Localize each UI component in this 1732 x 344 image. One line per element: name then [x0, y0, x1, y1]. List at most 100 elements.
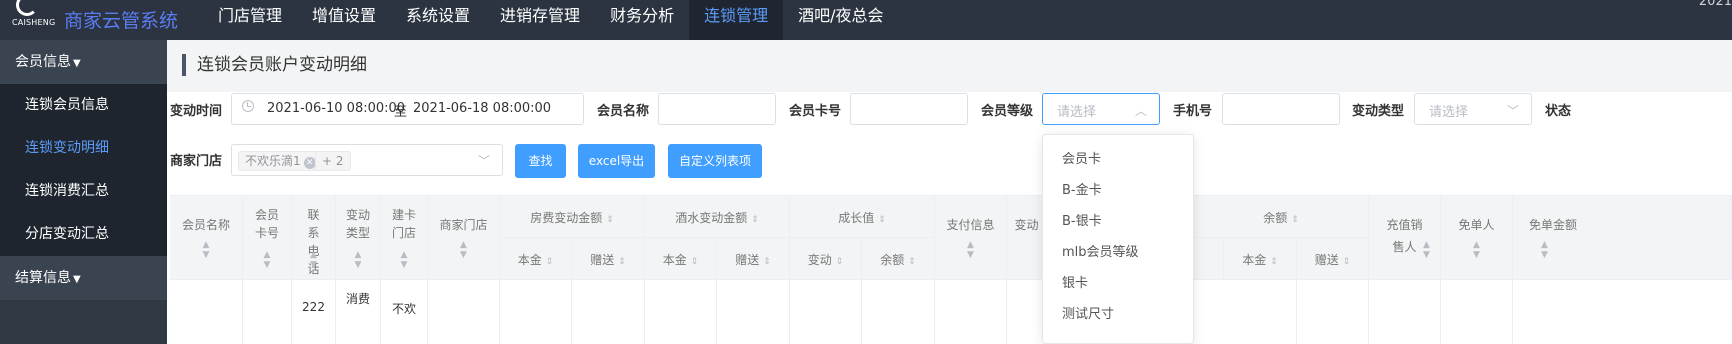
th-room-gift[interactable]: 赠送 ⇕ [572, 238, 645, 280]
th-label: 赠送 [590, 253, 615, 267]
change-type-select[interactable]: 请选择 ﹀ [1414, 93, 1532, 125]
th-growth[interactable]: 成长值 ⇕ [790, 196, 935, 238]
th-growth-change[interactable]: 变动 ⇕ [790, 238, 862, 280]
cell-phone-text: 222 [302, 300, 325, 314]
sort-icon[interactable]: ▲ ▼ [243, 250, 291, 270]
sort-icon[interactable]: ▲ ▼ [170, 240, 242, 260]
nav-inventory[interactable]: 进销存管理 [485, 0, 595, 40]
sort-icon[interactable]: ⇕ [546, 257, 554, 267]
th-room-base[interactable]: 本金 ⇕ [500, 238, 572, 280]
sort-icon[interactable]: ▲ ▼ [935, 240, 1006, 260]
nav-system-settings[interactable]: 系统设置 [391, 0, 485, 40]
th-label: 本金 [662, 253, 687, 267]
th-label: 变动类型 [346, 208, 371, 240]
member-level-dropdown: 会员卡 B-金卡 B-银卡 mlb会员等级 银卡 测试尺寸 [1042, 134, 1194, 344]
cell-change-type-text: 消费 [345, 292, 370, 306]
dropdown-option[interactable]: B-银卡 [1043, 206, 1193, 237]
th-drink-gift[interactable]: 赠送 ⇕ [717, 238, 790, 280]
sidebar-item-chain-member-info[interactable]: 连锁会员信息 [0, 84, 167, 127]
th-change-type[interactable]: 变动类型 ▲ ▼ [336, 196, 381, 280]
sort-icon[interactable]: ▲ ▼ [1441, 240, 1512, 260]
close-icon[interactable]: ✕ [303, 157, 316, 169]
phone-input[interactable] [1222, 93, 1340, 125]
th-label: 支付信息 [946, 218, 995, 232]
date-range-picker[interactable]: 2021-06-10 08:00:00 至 2021-06-18 08:00:0… [231, 93, 584, 125]
sort-icon[interactable]: ⇕ [618, 257, 626, 267]
sort-icon[interactable]: ⇕ [691, 257, 699, 267]
sort-icon[interactable]: ⇕ [1270, 257, 1278, 267]
sort-icon[interactable]: ⇕ [1343, 257, 1351, 267]
sort-icon[interactable]: ⇕ [763, 257, 771, 267]
sort-icon[interactable]: ⇕ [1291, 215, 1299, 225]
sort-icon[interactable]: ⇕ [836, 257, 844, 267]
search-button[interactable]: 查找 [515, 144, 566, 178]
sort-icon[interactable]: ▲ ▼ [381, 250, 427, 270]
sort-icon[interactable]: ▲ ▼ [336, 250, 380, 270]
th-room-amount[interactable]: 房费变动金额 ⇕ [500, 196, 645, 238]
sort-icon[interactable]: ▲ ▼ [292, 250, 335, 270]
cell-member-name [170, 280, 243, 344]
data-table: 会员名称 ▲ ▼ 会员卡号 ▲ ▼ 联系电话 ▲ ▼ 变动类型 ▲ ▼ 建卡门店 ▲ ▼ … [170, 195, 1732, 344]
nav-chain-management[interactable]: 连锁管理 [689, 0, 784, 40]
member-level-select[interactable]: 请选择 ︿ [1042, 93, 1160, 125]
th-card-no[interactable]: 会员卡号 ▲ ▼ [243, 196, 292, 280]
excel-export-button[interactable]: excel导出 [578, 144, 655, 178]
store-more-tag: + 2 [315, 151, 351, 171]
th-change[interactable]: 变动 [1007, 196, 1047, 280]
th-drink-amount[interactable]: 酒水变动金额 ⇕ [645, 196, 790, 238]
sort-icon[interactable]: ⇕ [908, 257, 916, 267]
th-recharge-sales[interactable]: 充值销售人 ▲ ▼ [1369, 196, 1441, 280]
sort-icon[interactable]: ⇕ [878, 215, 886, 225]
th-balance[interactable]: 余额 ⇕ [1194, 196, 1369, 238]
th-balance-pre [1194, 238, 1224, 280]
member-name-input[interactable] [658, 93, 776, 125]
sort-icon[interactable]: ⇕ [606, 215, 614, 225]
dropdown-option[interactable]: 测试尺寸 [1043, 299, 1193, 330]
th-pay-info[interactable]: 支付信息 ▲ ▼ [935, 196, 1007, 280]
th-free-person[interactable]: 免单人 ▲ ▼ [1441, 196, 1513, 280]
th-label: 余额 [1263, 211, 1288, 225]
cell-room-base [500, 280, 572, 344]
store-tag[interactable]: 不欢乐滴1 ✕ [238, 151, 323, 171]
th-growth-balance[interactable]: 余额 ⇕ [862, 238, 935, 280]
change-type-placeholder: 请选择 [1429, 105, 1469, 120]
dropdown-option[interactable]: 银卡 [1043, 268, 1193, 299]
card-no-input[interactable] [850, 93, 968, 125]
sidebar-group-settlement-info[interactable]: 结算信息 ▼ [0, 256, 167, 300]
th-member-name[interactable]: 会员名称 ▲ ▼ [170, 196, 243, 280]
custom-columns-button[interactable]: 自定义列表项 [668, 144, 762, 178]
sort-icon[interactable]: ▲ ▼ [1413, 240, 1440, 260]
nav-value-added[interactable]: 增值设置 [297, 0, 391, 40]
th-balance-base[interactable]: 本金 ⇕ [1224, 238, 1297, 280]
nav-bar-nightclub[interactable]: 酒吧/夜总会 [783, 0, 898, 40]
th-label: 赠送 [1314, 253, 1339, 267]
th-card-store[interactable]: 建卡门店 ▲ ▼ [381, 196, 428, 280]
dropdown-option[interactable]: 会员卡 [1043, 144, 1193, 175]
chevron-down-icon: ﹀ [477, 154, 490, 168]
sort-icon[interactable]: ▲ ▼ [1541, 240, 1731, 260]
nav-finance[interactable]: 财务分析 [595, 0, 689, 40]
nav-store-management[interactable]: 门店管理 [203, 0, 297, 40]
dropdown-option[interactable]: mlb会员等级 [1043, 237, 1193, 268]
th-free-amount[interactable]: 免单金额 ▲ ▼ [1513, 196, 1732, 280]
sort-icon[interactable]: ▲ ▼ [428, 240, 499, 260]
sort-icon[interactable]: ⇕ [751, 215, 759, 225]
dropdown-option[interactable]: B-金卡 [1043, 175, 1193, 206]
store-multiselect[interactable]: 不欢乐滴1 ✕ + 2 ﹀ [231, 144, 503, 176]
th-label: 变动 [1014, 218, 1039, 232]
cell-store [428, 280, 500, 344]
th-phone[interactable]: 联系电话 ▲ ▼ [292, 196, 336, 280]
th-store[interactable]: 商家门店 ▲ ▼ [428, 196, 500, 280]
sidebar-group-member-info[interactable]: 会员信息 ▼ [0, 40, 167, 84]
sidebar-item-branch-change-summary[interactable]: 分店变动汇总 [0, 213, 167, 256]
th-balance-gift[interactable]: 赠送 ⇕ [1297, 238, 1369, 280]
th-label: 房费变动金额 [530, 211, 603, 225]
sidebar-item-chain-change-detail[interactable]: 连锁变动明细 [0, 127, 167, 170]
th-drink-base[interactable]: 本金 ⇕ [645, 238, 717, 280]
member-name-label: 会员名称 [597, 104, 650, 119]
cell-card-no [243, 280, 292, 344]
th-label: 酒水变动金额 [675, 211, 748, 225]
store-label: 商家门店 [170, 154, 223, 169]
range-separator: 至 [394, 105, 408, 120]
sidebar-item-chain-consumption-summary[interactable]: 连锁消费汇总 [0, 170, 167, 213]
